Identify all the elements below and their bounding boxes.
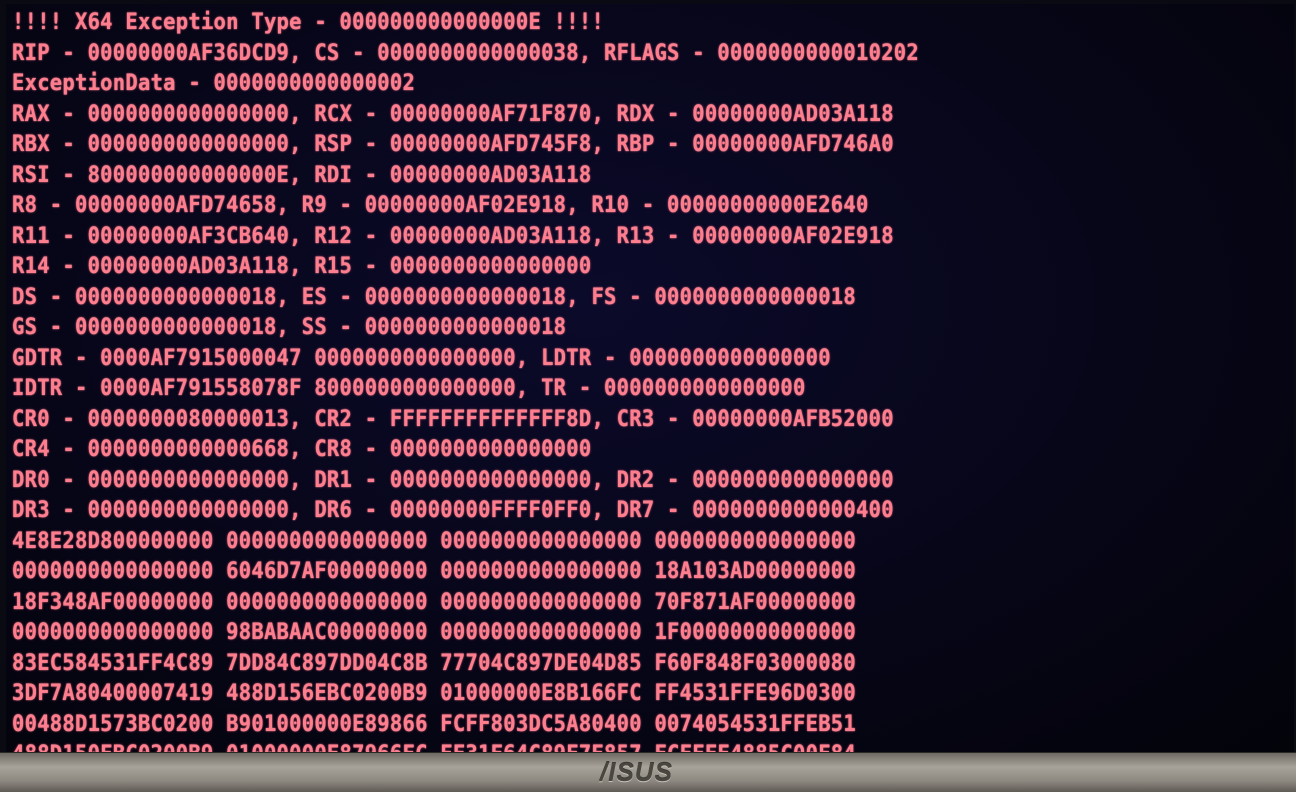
stack-dump-line: 0000000000000000 98BABAAC00000000 000000… [12,620,857,645]
exception-type-line: !!!! X64 Exception Type - 00000000000000… [12,10,605,35]
register-line-rbx: RBX - 0000000000000000, RSP - 00000000AF… [12,132,894,157]
segment-line-ds: DS - 0000000000000018, ES - 000000000000… [12,284,857,310]
register-line-r14: R14 - 00000000AD03A118, R15 - 0000000000… [12,254,592,279]
monitor-bezel: /ISUS [0,752,1296,792]
crash-screen: !!!! X64 Exception Type - 00000000000000… [6,4,1294,752]
code-dump-line: 3DF7A80400007419 488D156EBC0200B9 010000… [12,681,857,706]
control-register-line-cr0: CR0 - 0000000080000013, CR2 - FFFFFFFFFF… [12,406,894,432]
register-line-rsi: RSI - 800000000000000E, RDI - 00000000AD… [12,162,592,188]
register-line-rip: RIP - 00000000AF36DCD9, CS - 00000000000… [12,40,919,66]
register-line-r8: R8 - 00000000AFD74658, R9 - 00000000AF02… [12,193,869,218]
stack-dump-line: 18F348AF00000000 0000000000000000 000000… [12,589,857,615]
debug-register-line-dr3: DR3 - 0000000000000000, DR6 - 00000000FF… [12,498,894,523]
code-dump-line: 488D150FBC0200B9 01000000E87966FC FF31F6… [12,740,919,752]
descriptor-line-idtr: IDTR - 0000AF791558078F 8000000000000000… [12,376,806,401]
monitor: !!!! X64 Exception Type - 00000000000000… [0,0,1296,792]
register-line-rax: RAX - 0000000000000000, RCX - 00000000AF… [12,101,894,127]
segment-line-gs: GS - 0000000000000018, SS - 000000000000… [12,315,567,340]
register-line-r11: R11 - 00000000AF3CB640, R12 - 00000000AD… [12,223,894,249]
code-dump-line: 00488D1573BC0200 B901000000E89866 FCFF80… [12,711,857,737]
code-dump-line: 83EC584531FF4C89 7DD84C897DD04C8B 77704C… [12,650,857,676]
debug-register-line-dr0: DR0 - 0000000000000000, DR1 - 0000000000… [12,467,894,493]
stack-dump-line: 4E8E28D800000000 0000000000000000 000000… [12,528,857,554]
exception-dump: !!!! X64 Exception Type - 00000000000000… [12,8,987,752]
exception-data-line: ExceptionData - 0000000000000002 [12,71,416,96]
control-register-line-cr4: CR4 - 0000000000000668, CR8 - 0000000000… [12,437,592,462]
brand-logo: /ISUS [600,757,673,787]
stack-dump-line: 0000000000000000 6046D7AF00000000 000000… [12,559,857,584]
descriptor-line-gdtr: GDTR - 0000AF7915000047 0000000000000000… [12,345,831,371]
